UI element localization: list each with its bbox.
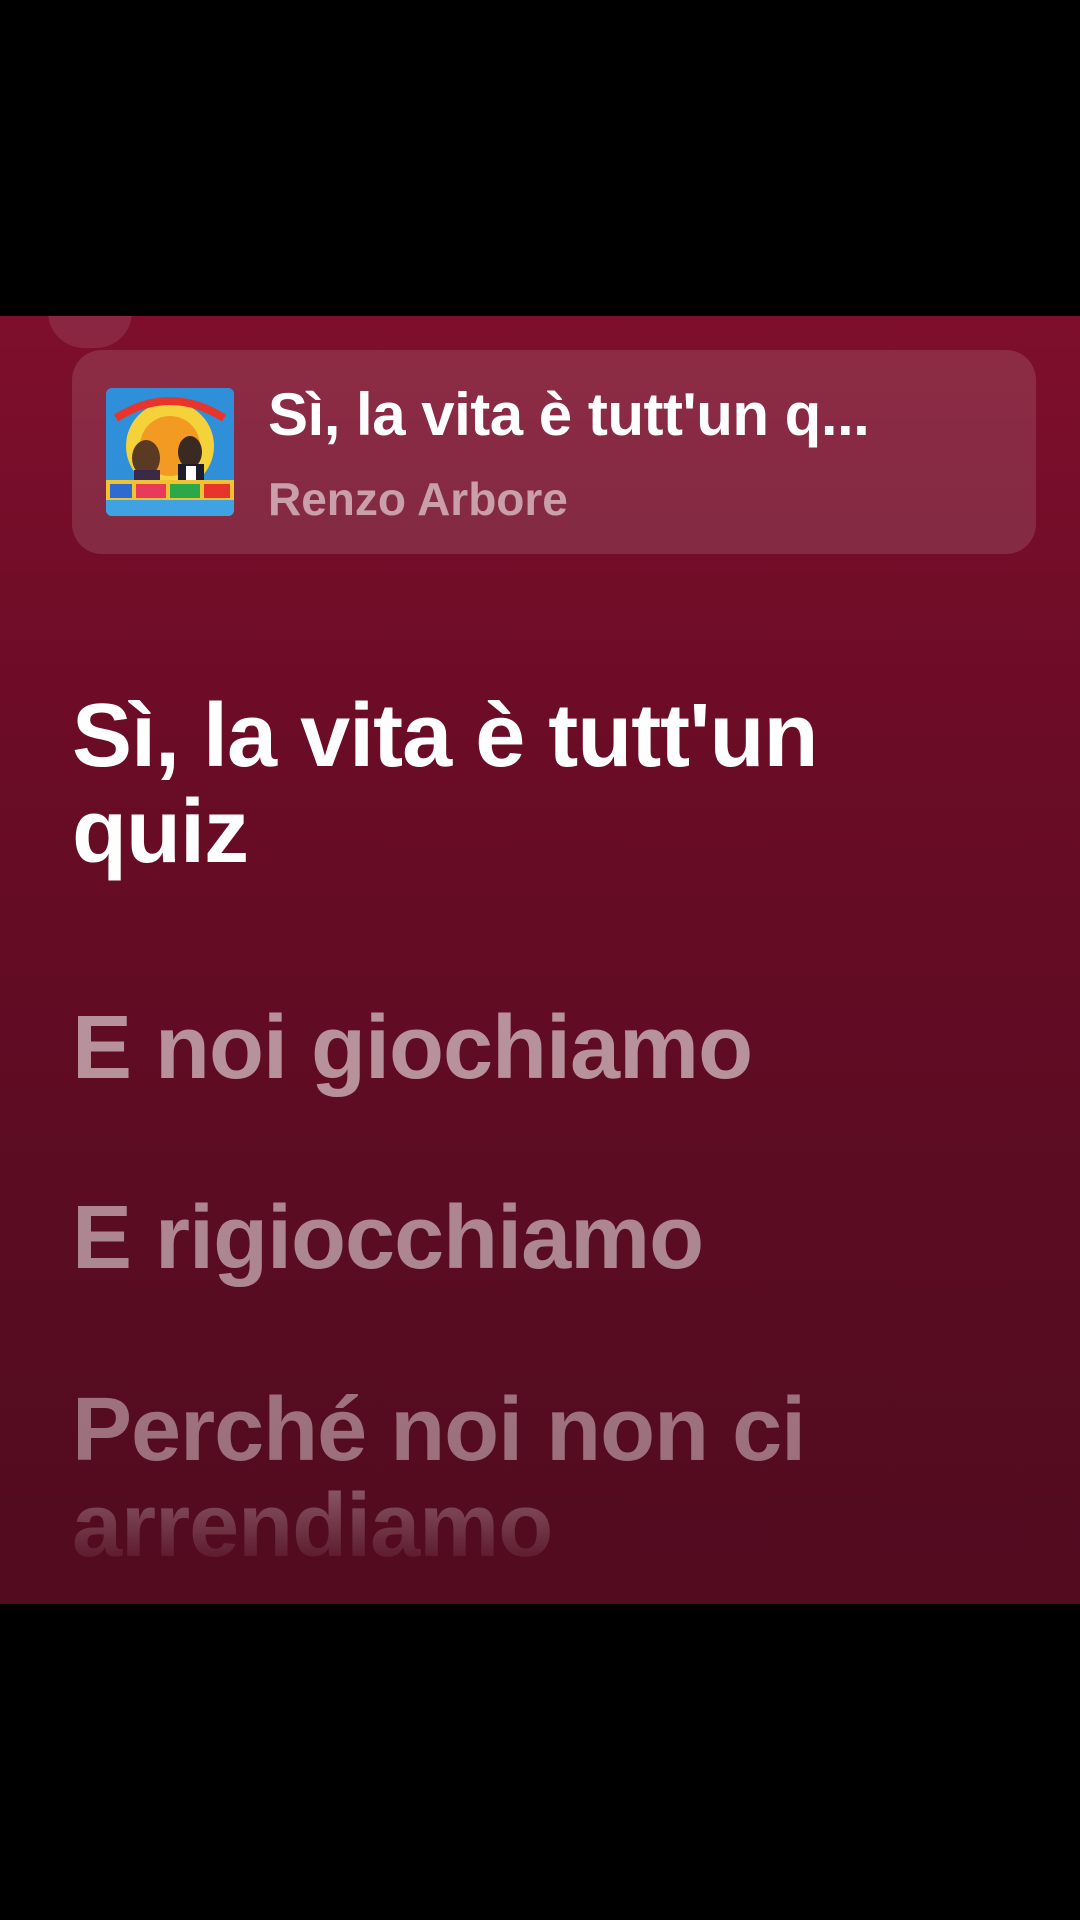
album-art [106,388,234,516]
track-title: Sì, la vita è tutt'un q... [268,381,870,448]
top-letterbox [0,0,1080,316]
lyric-line-active[interactable]: Sì, la vita è tutt'un quiz [72,688,1012,880]
track-artist[interactable]: Renzo Arbore [268,472,568,526]
album-cover-image [106,388,234,516]
lyric-line[interactable]: Perché noi non ci arrendiamo [72,1382,1012,1574]
now-playing-card[interactable]: Sì, la vita è tutt'un q... Renzo Arbore [72,350,1036,554]
lyrics-view[interactable]: Sì, la vita è tutt'un q... Renzo Arbore … [0,316,1080,1604]
bottom-letterbox [0,1604,1080,1920]
partial-control-button[interactable] [48,316,132,348]
lyric-line[interactable]: E rigiocchiamo [72,1190,1012,1286]
lyric-line[interactable]: E noi giochiamo [72,1000,1012,1096]
